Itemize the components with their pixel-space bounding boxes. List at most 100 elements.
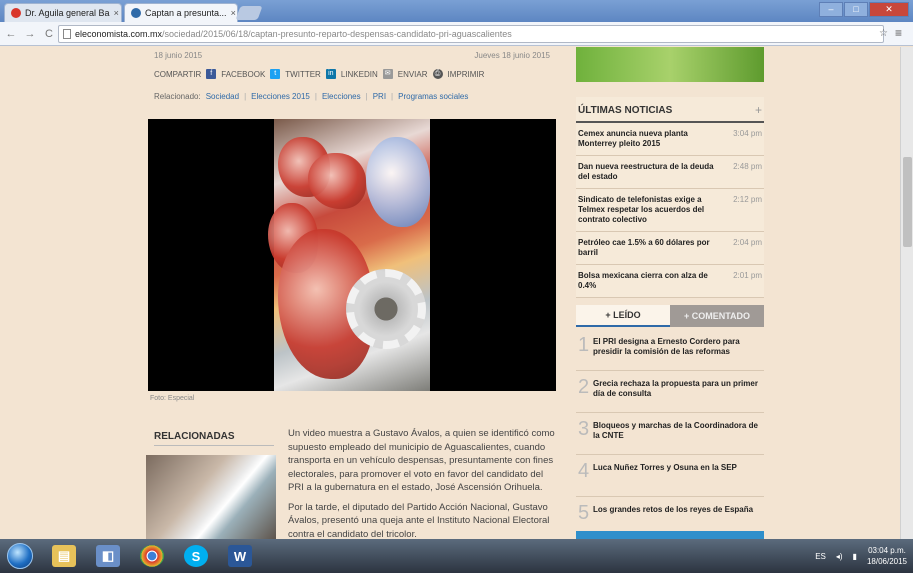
linkedin-icon[interactable]: in bbox=[325, 69, 336, 79]
share-print[interactable]: IMPRIMIR bbox=[448, 70, 485, 79]
news-title[interactable]: Dan nueva reestructura de la deuda del e… bbox=[578, 162, 723, 182]
related-thumbnail[interactable] bbox=[146, 455, 276, 539]
close-tab-icon[interactable]: × bbox=[227, 8, 236, 18]
url-path: /sociedad/2015/06/18/captan-presunto-rep… bbox=[162, 29, 512, 39]
browser-tab-strip: Dr. Aguila general Ba × Captan a presunt… bbox=[0, 0, 913, 22]
sidebar-widget-bar[interactable] bbox=[576, 531, 764, 539]
article-paragraph: Por la tarde, el diputado del Partido Ac… bbox=[288, 501, 550, 540]
network-icon[interactable]: ▮ bbox=[853, 552, 857, 561]
news-title[interactable]: Petróleo cae 1.5% a 60 dólares por barri… bbox=[578, 238, 723, 258]
related-title: RELACIONADAS bbox=[154, 431, 274, 446]
news-item[interactable]: Dan nueva reestructura de la deuda del e… bbox=[576, 156, 764, 189]
taskbar-skype[interactable]: S bbox=[176, 541, 216, 571]
article-date: 18 junio 2015 bbox=[154, 51, 203, 60]
tab-title: Captan a presunta... bbox=[145, 8, 227, 18]
ranked-title[interactable]: El PRI designa a Ernesto Cordero para pr… bbox=[593, 335, 762, 357]
ranked-title[interactable]: Grecia rechaza la propuesta para un prim… bbox=[593, 377, 762, 399]
favicon-icon bbox=[131, 8, 141, 18]
news-item[interactable]: Sindicato de telefonistas exige a Telmex… bbox=[576, 189, 764, 232]
tag-link[interactable]: Programas sociales bbox=[398, 92, 468, 101]
back-button[interactable]: ← bbox=[3, 26, 19, 42]
article-date-full: Jueves 18 junio 2015 bbox=[474, 51, 550, 60]
ranked-item[interactable]: 1 El PRI designa a Ernesto Cordero para … bbox=[576, 329, 764, 371]
taskbar-explorer[interactable]: ▤ bbox=[44, 541, 84, 571]
ranked-item[interactable]: 4 Luca Nuñez Torres y Osuna en la SEP bbox=[576, 455, 764, 497]
news-item[interactable]: Cemex anuncia nueva planta Monterrey ple… bbox=[576, 123, 764, 156]
ranked-item[interactable]: 3 Bloqueos y marchas de la Coordinadora … bbox=[576, 413, 764, 455]
tab-most-read[interactable]: + LEÍDO bbox=[576, 305, 670, 327]
news-time: 2:04 pm bbox=[733, 238, 762, 247]
control-panel-icon: ◧ bbox=[96, 545, 120, 567]
close-tab-icon[interactable]: × bbox=[110, 8, 119, 18]
minimize-button[interactable]: – bbox=[819, 2, 843, 17]
sidebar: ÚLTIMAS NOTICIAS + Cemex anuncia nueva p… bbox=[568, 47, 768, 539]
maximize-button[interactable]: □ bbox=[844, 2, 868, 17]
taskbar-word[interactable]: W bbox=[220, 541, 260, 571]
scrollbar-thumb[interactable] bbox=[903, 157, 912, 247]
ad-banner[interactable] bbox=[576, 47, 764, 82]
share-twitter[interactable]: TWITTER bbox=[285, 70, 321, 79]
tag-link[interactable]: Sociedad bbox=[206, 92, 239, 101]
news-title[interactable]: Sindicato de telefonistas exige a Telmex… bbox=[578, 195, 723, 225]
news-item[interactable]: Petróleo cae 1.5% a 60 dólares por barri… bbox=[576, 232, 764, 265]
ranked-title[interactable]: Bloqueos y marchas de la Coordinadora de… bbox=[593, 419, 762, 441]
menu-icon[interactable]: ≡ bbox=[895, 27, 907, 41]
taskbar-control-panel[interactable]: ◧ bbox=[88, 541, 128, 571]
share-label: COMPARTIR bbox=[154, 69, 202, 79]
news-time: 3:04 pm bbox=[733, 129, 762, 138]
start-button[interactable] bbox=[0, 540, 40, 572]
mail-icon[interactable]: ✉ bbox=[382, 69, 393, 79]
news-item[interactable]: Bolsa mexicana cierra con alza de 0.4% 2… bbox=[576, 265, 764, 298]
word-icon: W bbox=[228, 545, 252, 567]
tab-title: Dr. Aguila general Ba bbox=[25, 8, 110, 18]
news-title[interactable]: Cemex anuncia nueva planta Monterrey ple… bbox=[578, 129, 723, 149]
page-scrollbar[interactable] bbox=[900, 47, 913, 539]
close-window-button[interactable]: ✕ bbox=[869, 2, 909, 17]
rank-number: 1 bbox=[578, 334, 590, 356]
facebook-icon[interactable]: f bbox=[206, 69, 217, 79]
reload-button[interactable]: C bbox=[41, 26, 57, 42]
tag-link[interactable]: Elecciones bbox=[322, 92, 361, 101]
video-player[interactable] bbox=[148, 119, 556, 391]
page-content: 18 junio 2015 Jueves 18 junio 2015 COMPA… bbox=[0, 47, 900, 539]
language-indicator[interactable]: ES bbox=[815, 552, 826, 561]
new-tab-button[interactable] bbox=[235, 6, 263, 20]
share-linkedin[interactable]: LINKEDIN bbox=[341, 70, 378, 79]
news-time: 2:48 pm bbox=[733, 162, 762, 171]
ranked-title[interactable]: Luca Nuñez Torres y Osuna en la SEP bbox=[593, 461, 737, 473]
news-title[interactable]: Bolsa mexicana cierra con alza de 0.4% bbox=[578, 271, 723, 291]
bookmark-star-icon[interactable]: ☆ bbox=[879, 28, 891, 40]
url-host: eleconomista.com.mx bbox=[75, 29, 163, 39]
taskbar-chrome[interactable] bbox=[132, 541, 172, 571]
share-facebook[interactable]: FACEBOOK bbox=[221, 70, 265, 79]
rank-number: 2 bbox=[578, 376, 590, 398]
article-paragraph: Un video muestra a Gustavo Ávalos, a qui… bbox=[288, 428, 555, 493]
print-icon[interactable]: ⎙ bbox=[432, 69, 443, 79]
browser-toolbar: ← → C eleconomista.com.mx /sociedad/2015… bbox=[0, 22, 913, 46]
news-time: 2:12 pm bbox=[733, 195, 762, 204]
address-bar[interactable]: eleconomista.com.mx /sociedad/2015/06/18… bbox=[58, 25, 884, 43]
tab-most-commented[interactable]: + COMENTADO bbox=[670, 305, 764, 327]
chrome-icon bbox=[140, 545, 164, 567]
ranked-title[interactable]: Los grandes retos de los reyes de España bbox=[593, 503, 753, 515]
tags-label: Relacionado: bbox=[154, 92, 201, 101]
rank-number: 5 bbox=[578, 502, 590, 524]
video-frame-image bbox=[268, 119, 430, 391]
twitter-icon[interactable]: t bbox=[270, 69, 281, 79]
favicon-icon bbox=[11, 8, 21, 18]
share-email[interactable]: ENVIAR bbox=[398, 70, 428, 79]
clock[interactable]: 03:04 p.m. 18/06/2015 bbox=[867, 545, 907, 567]
forward-button[interactable]: → bbox=[22, 26, 38, 42]
clock-time: 03:04 p.m. bbox=[868, 546, 906, 555]
windows-taskbar: ▤ ◧ S W ES ◂) ▮ 03:04 p.m. 18/06/2015 bbox=[0, 539, 913, 573]
tag-link[interactable]: PRI bbox=[373, 92, 386, 101]
browser-tab-1[interactable]: Dr. Aguila general Ba × bbox=[4, 3, 122, 22]
browser-tab-2[interactable]: Captan a presunta... × bbox=[124, 3, 238, 22]
ranked-item[interactable]: 2 Grecia rechaza la propuesta para un pr… bbox=[576, 371, 764, 413]
tag-link[interactable]: Elecciones 2015 bbox=[251, 92, 310, 101]
latest-news-title: ÚLTIMAS NOTICIAS bbox=[578, 104, 673, 116]
expand-icon[interactable]: + bbox=[755, 103, 762, 117]
news-time: 2:01 pm bbox=[733, 271, 762, 280]
folder-icon: ▤ bbox=[52, 545, 76, 567]
speaker-icon[interactable]: ◂) bbox=[836, 552, 843, 561]
